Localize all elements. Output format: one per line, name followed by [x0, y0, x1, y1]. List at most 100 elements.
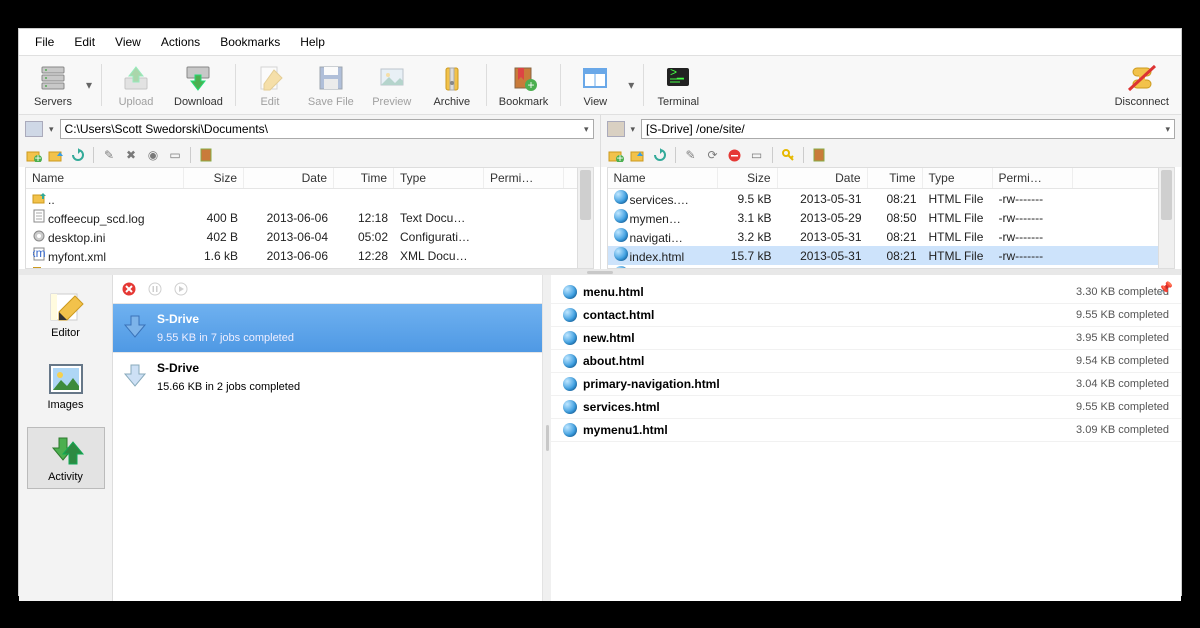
properties-icon[interactable]: ◉ — [144, 146, 162, 164]
toolbar-label: Save File — [308, 96, 354, 108]
terminal-button[interactable]: >_Terminal — [650, 60, 706, 110]
completed-file-row[interactable]: mymenu1.html3.09 KB completed — [551, 419, 1181, 442]
delete-icon[interactable]: ✖ — [122, 146, 140, 164]
up-folder-icon[interactable] — [47, 146, 65, 164]
cell: index.html — [608, 246, 718, 265]
activity-icon — [46, 433, 86, 469]
bookmark-icon[interactable] — [810, 146, 828, 164]
completed-file-row[interactable]: contact.html9.55 KB completed — [551, 304, 1181, 327]
play-icon[interactable] — [173, 281, 189, 297]
local-address-row: ▾ C:\Users\Scott Swedorski\Documents\ ▾ — [19, 115, 600, 143]
local-file-row[interactable]: desktop.ini402 B2013-06-0405:02Configura… — [26, 227, 593, 246]
chevron-down-icon[interactable]: ▾ — [629, 124, 638, 135]
separator — [675, 147, 676, 163]
chevron-down-icon[interactable]: ▾ — [1165, 124, 1170, 135]
download-button[interactable]: Download — [168, 60, 229, 110]
column-header[interactable]: Date — [778, 168, 868, 188]
chevron-down-icon[interactable]: ▾ — [584, 124, 589, 135]
edit-icon[interactable]: ✎ — [682, 146, 700, 164]
local-file-row[interactable]: xmlmyfont.xml1.6 kB2013-06-0612:28XML Do… — [26, 246, 593, 265]
column-header[interactable]: Date — [244, 168, 334, 188]
servers-button[interactable]: Servers — [25, 60, 81, 110]
chevron-down-icon[interactable]: ▾ — [625, 69, 637, 101]
remote-file-row[interactable]: mymen…3.1 kB2013-05-2908:50HTML File-rw-… — [608, 208, 1175, 227]
cell: 2013-04-30 — [778, 267, 868, 269]
bookmark-icon[interactable] — [197, 146, 215, 164]
local-file-row[interactable]: coffeecup_scd.log400 B2013-06-0612:18Tex… — [26, 208, 593, 227]
separator — [486, 64, 487, 106]
column-header[interactable]: Time — [334, 168, 394, 188]
archive-button[interactable]: Archive — [424, 60, 480, 110]
chevron-down-icon[interactable]: ▾ — [83, 69, 95, 101]
local-file-row[interactable]: CoffeeCup Softw…2013-06-0612:25Folderd--… — [26, 265, 593, 268]
column-header[interactable]: Size — [184, 168, 244, 188]
column-header[interactable]: Type — [394, 168, 484, 188]
completed-file-row[interactable]: about.html9.54 KB completed — [551, 350, 1181, 373]
preview-button: Preview — [364, 60, 420, 110]
menu-bookmarks[interactable]: Bookmarks — [212, 33, 288, 51]
new-folder-icon[interactable]: + — [25, 146, 43, 164]
side-tab-editor[interactable]: Editor — [27, 283, 105, 345]
menu-file[interactable]: File — [27, 33, 62, 51]
svg-text:+: + — [34, 151, 41, 162]
rename-icon[interactable]: ▭ — [748, 146, 766, 164]
transfer-job[interactable]: S-Drive9.55 KB in 7 jobs completed — [113, 303, 542, 352]
pause-icon[interactable] — [147, 281, 163, 297]
toolbar-label: Edit — [260, 96, 279, 108]
cell: 2013-05-29 — [778, 210, 868, 226]
remote-file-row[interactable]: Page1.ht…1.2 kB2013-04-3006:28HTML File-… — [608, 265, 1175, 268]
side-tab-images[interactable]: Images — [27, 355, 105, 417]
column-header[interactable]: Name — [608, 168, 718, 188]
bookmark-button[interactable]: +Bookmark — [493, 60, 555, 110]
view-button[interactable]: View — [567, 60, 623, 110]
cell: 2013-05-31 — [778, 248, 868, 264]
remote-path-input[interactable]: [S-Drive] /one/site/ ▾ — [641, 119, 1175, 139]
menu-actions[interactable]: Actions — [153, 33, 208, 51]
html-icon — [563, 308, 577, 322]
completed-file-row[interactable]: new.html3.95 KB completed — [551, 327, 1181, 350]
completed-file-row[interactable]: primary-navigation.html3.04 KB completed — [551, 373, 1181, 396]
rename-icon[interactable]: ▭ — [166, 146, 184, 164]
remote-file-row[interactable]: navigati…3.2 kB2013-05-3108:21HTML File-… — [608, 227, 1175, 246]
sync-icon[interactable]: ⟳ — [704, 146, 722, 164]
pin-icon[interactable]: 📌 — [1158, 281, 1173, 295]
separator — [803, 147, 804, 163]
completed-file-row[interactable]: services.html9.55 KB completed — [551, 396, 1181, 419]
new-folder-icon[interactable]: + — [607, 146, 625, 164]
remote-file-row[interactable]: index.html15.7 kB2013-05-3108:21HTML Fil… — [608, 246, 1175, 265]
local-drive-icon[interactable] — [25, 121, 43, 137]
svg-text:+: + — [616, 151, 623, 162]
scrollbar[interactable] — [577, 168, 593, 268]
stop-icon[interactable] — [121, 281, 137, 297]
disconnect-button[interactable]: Disconnect — [1109, 60, 1175, 110]
column-header[interactable]: Permi… — [993, 168, 1073, 188]
bottom-panel: Editor Images Activity S-Drive9.55 KB in 7… — [19, 275, 1181, 601]
side-tab-activity[interactable]: Activity — [27, 427, 105, 489]
menu-edit[interactable]: Edit — [66, 33, 103, 51]
remote-file-row[interactable]: services.…9.5 kB2013-05-3108:21HTML File… — [608, 189, 1175, 208]
transfer-job[interactable]: S-Drive15.66 KB in 2 jobs completed — [113, 352, 542, 401]
column-header[interactable]: Size — [718, 168, 778, 188]
local-file-row[interactable]: .. — [26, 189, 593, 208]
menu-help[interactable]: Help — [292, 33, 333, 51]
column-header[interactable]: Name — [26, 168, 184, 188]
refresh-icon[interactable] — [69, 146, 87, 164]
stop-icon[interactable] — [726, 146, 744, 164]
menu-view[interactable]: View — [107, 33, 149, 51]
cell: 2013-06-06 — [244, 248, 334, 264]
refresh-icon[interactable] — [651, 146, 669, 164]
key-icon[interactable] — [779, 146, 797, 164]
chevron-down-icon[interactable]: ▾ — [47, 124, 56, 135]
column-header[interactable]: Time — [868, 168, 923, 188]
column-header[interactable]: Type — [923, 168, 993, 188]
savefile-button: Save File — [302, 60, 360, 110]
vertical-splitter[interactable] — [543, 275, 551, 601]
up-folder-icon[interactable] — [629, 146, 647, 164]
completed-file-row[interactable]: menu.html3.30 KB completed — [551, 281, 1181, 304]
remote-drive-icon[interactable] — [607, 121, 625, 137]
scrollbar[interactable] — [1158, 168, 1174, 268]
edit-icon[interactable]: ✎ — [100, 146, 118, 164]
column-header[interactable]: Permi… — [484, 168, 564, 188]
local-path-input[interactable]: C:\Users\Scott Swedorski\Documents\ ▾ — [60, 119, 594, 139]
cell: .. — [26, 190, 184, 208]
